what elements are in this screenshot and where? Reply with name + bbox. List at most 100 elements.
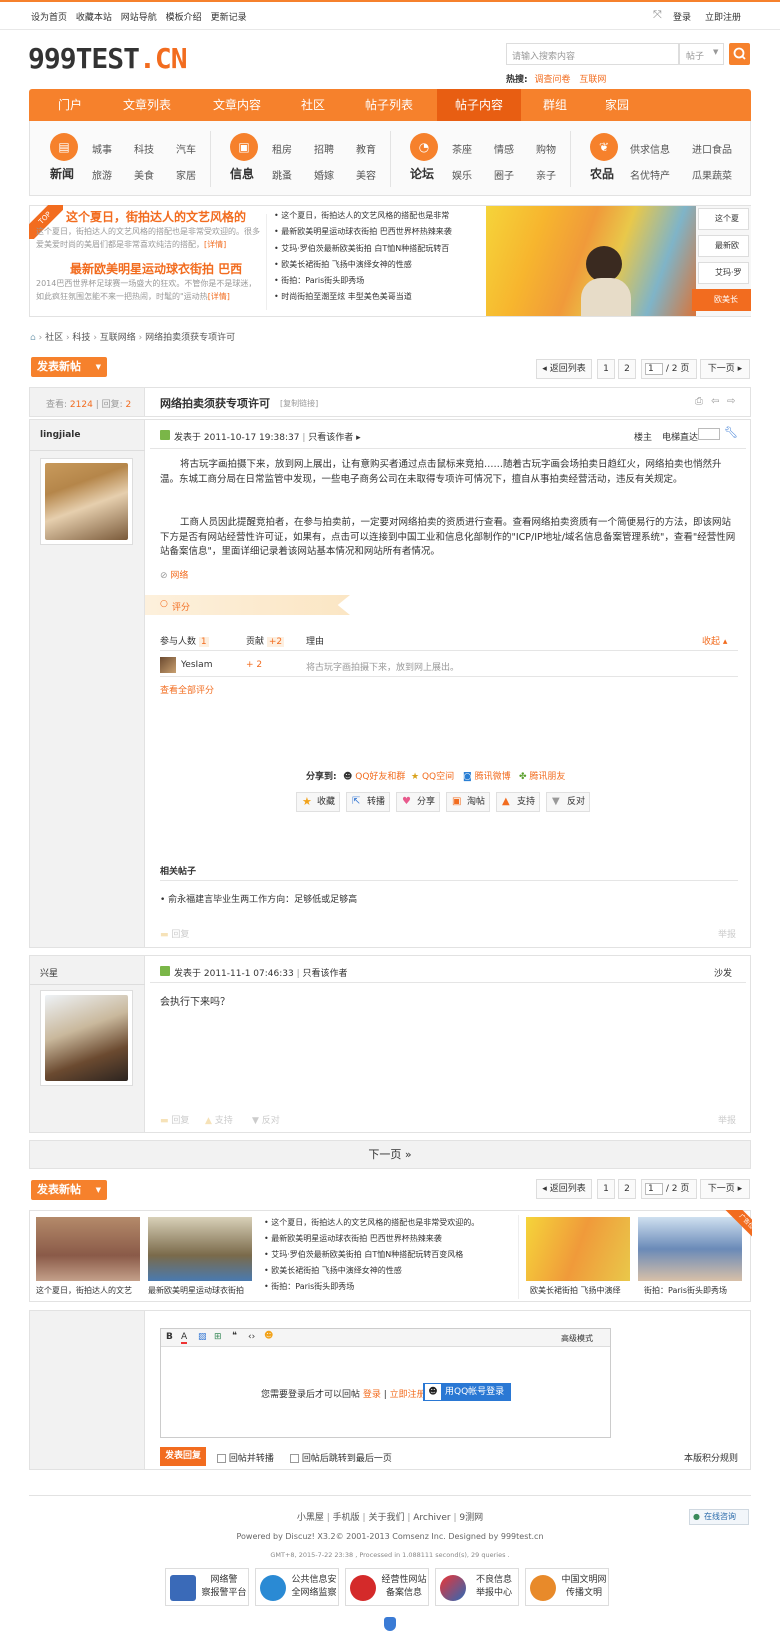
- update-log-link[interactable]: 更新记录: [211, 13, 247, 23]
- reply-link[interactable]: ▬ 回复: [160, 1113, 189, 1126]
- copy-link[interactable]: [复制链接]: [280, 398, 318, 409]
- opt-jump-last[interactable]: 回帖后跳转到最后一页: [290, 1451, 392, 1464]
- next-page-button[interactable]: 下一页 ▸: [700, 1179, 750, 1199]
- nav-map-link[interactable]: 网站导航: [121, 13, 157, 23]
- floor-jump-input[interactable]: [698, 428, 720, 440]
- subnav-item[interactable]: 科技: [134, 141, 154, 156]
- font-color-icon[interactable]: A: [181, 1332, 188, 1344]
- code-icon[interactable]: ‹›: [248, 1332, 255, 1342]
- footer-link[interactable]: 手机版: [333, 1513, 360, 1523]
- business-badge[interactable]: 经营性网站 备案信息: [345, 1568, 429, 1606]
- template-intro-link[interactable]: 模板介绍: [166, 13, 202, 23]
- banner-tab[interactable]: 这个夏: [698, 208, 749, 230]
- page-1-button[interactable]: 1: [597, 1179, 615, 1199]
- subnav-item[interactable]: 城事: [92, 141, 112, 156]
- subnav-item[interactable]: 教育: [356, 141, 376, 156]
- next-thread-icon[interactable]: ⇨: [727, 396, 735, 407]
- list-item[interactable]: • 欧美长裙街拍 飞扬中演绎女神的性感: [274, 257, 452, 273]
- report-link[interactable]: 举报: [718, 1113, 736, 1126]
- subnav-info[interactable]: 信息: [230, 165, 254, 182]
- print-icon[interactable]: ⎙: [695, 396, 703, 407]
- subnav-item[interactable]: 供求信息: [630, 141, 670, 156]
- login-link[interactable]: 登录: [673, 10, 691, 23]
- site-logo[interactable]: 999TEST.CN: [28, 42, 188, 75]
- breadcrumb-item[interactable]: 社区: [45, 333, 63, 343]
- footer-link[interactable]: 关于我们: [368, 1513, 404, 1523]
- subnav-item[interactable]: 美食: [134, 167, 154, 182]
- nav-item-thread-content[interactable]: 帖子内容: [437, 89, 521, 121]
- register-link[interactable]: 立即注册: [705, 10, 741, 23]
- nav-item-group[interactable]: 群组: [527, 89, 583, 121]
- share-qq-friends[interactable]: ☻ QQ好友和群: [343, 769, 405, 782]
- repost-button[interactable]: ⇱ 转播: [346, 792, 390, 812]
- thumb-photo[interactable]: [526, 1217, 630, 1281]
- share-tencent-weibo[interactable]: ◙ 腾讯微博: [463, 769, 511, 782]
- login-link[interactable]: 登录: [363, 1390, 381, 1400]
- banner-tab[interactable]: 艾玛·罗: [698, 262, 749, 284]
- list-item[interactable]: • 时尚街拍至潮至炫 丰型美色美哥当道: [274, 289, 452, 305]
- post-tag[interactable]: ⊘ 网络: [160, 568, 188, 581]
- subnav-item[interactable]: 名优特产: [630, 167, 670, 182]
- view-all-ratings-link[interactable]: 查看全部评分: [160, 683, 214, 696]
- list-item[interactable]: • 街拍：Paris街头即秀场: [274, 273, 452, 289]
- hot-link-survey[interactable]: 调查问卷: [534, 75, 570, 85]
- footer-link[interactable]: 9测网: [459, 1513, 483, 1523]
- share-button[interactable]: ♥ 分享: [396, 792, 440, 812]
- home-icon[interactable]: ⌂: [30, 333, 36, 343]
- subnav-item[interactable]: 圈子: [494, 167, 514, 182]
- subnav-item[interactable]: 美容: [356, 167, 376, 182]
- prev-thread-icon[interactable]: ⇦: [711, 396, 719, 407]
- favorite-button[interactable]: ★ 收藏: [296, 792, 340, 812]
- only-author-link[interactable]: 只看该作者: [303, 969, 348, 979]
- new-post-button[interactable]: 发表新帖 ▼: [31, 1180, 107, 1200]
- footer-link[interactable]: Archiver: [413, 1513, 450, 1523]
- footer-link[interactable]: 小黑屋: [297, 1513, 324, 1523]
- points-rules-link[interactable]: 本版积分规则: [684, 1451, 738, 1464]
- subnav-item[interactable]: 进口食品: [692, 141, 732, 156]
- list-item[interactable]: • 最新欧美明星运动球衣街拍 巴西世界杯热辣来袭: [274, 224, 452, 240]
- share-qzone[interactable]: ★ QQ空间: [411, 769, 454, 782]
- headline-2[interactable]: 最新欧美明星运动球衣街拍 巴西: [70, 260, 242, 277]
- subnav-item[interactable]: 娱乐: [452, 167, 472, 182]
- set-home-link[interactable]: 设为首页: [31, 13, 67, 23]
- list-item[interactable]: • 这个夏日，街拍达人的文艺风格的搭配也是非常受欢迎的。: [264, 1215, 479, 1231]
- author-name[interactable]: 兴星: [40, 966, 58, 979]
- collapse-link[interactable]: 收起 ▴: [702, 634, 727, 647]
- subnav-news[interactable]: 新闻: [50, 165, 74, 182]
- avatar[interactable]: [40, 458, 133, 545]
- wrench-icon[interactable]: 🔧︎: [724, 426, 738, 439]
- next-page-bar[interactable]: 下一页 »: [29, 1140, 751, 1169]
- back-to-list-button[interactable]: ◂ 返回列表: [536, 359, 592, 379]
- register-link[interactable]: 立即注册: [390, 1390, 426, 1400]
- thumb-caption[interactable]: 街拍：Paris街头即秀场: [644, 1285, 727, 1296]
- breadcrumb-item[interactable]: 科技: [72, 333, 90, 343]
- subnav-item[interactable]: 招聘: [314, 141, 334, 156]
- banner-tab[interactable]: 最新欧: [698, 235, 749, 257]
- subnav-agri[interactable]: 农品: [590, 165, 614, 182]
- bookmark-link[interactable]: 收藏本站: [76, 13, 112, 23]
- page-input[interactable]: 1: [645, 1183, 663, 1195]
- thumb-caption[interactable]: 欧美长裙街拍 飞扬中演绎: [530, 1285, 621, 1296]
- search-input[interactable]: 请输入搜索内容: [506, 43, 679, 65]
- subnav-item[interactable]: 跳蚤: [272, 167, 292, 182]
- headline-1[interactable]: 这个夏日，街拍达人的文艺风格的: [66, 208, 246, 225]
- breadcrumb-item[interactable]: 互联网络: [100, 333, 136, 343]
- image-icon[interactable]: ▨: [198, 1332, 207, 1342]
- search-type-select[interactable]: 帖子 ▼: [679, 43, 724, 65]
- subnav-item[interactable]: 租房: [272, 141, 292, 156]
- subnav-item[interactable]: 购物: [536, 141, 556, 156]
- only-author-link[interactable]: 只看该作者: [308, 433, 353, 443]
- list-item[interactable]: • 最新欧美明星运动球衣街拍 巴西世界杯热辣来袭: [264, 1231, 479, 1247]
- support-link[interactable]: ▲ 支持: [205, 1113, 233, 1126]
- list-item[interactable]: • 这个夏日，街拍达人的文艺风格的搭配也是非常: [274, 208, 452, 224]
- oppose-button[interactable]: ▼ 反对: [546, 792, 590, 812]
- new-post-button[interactable]: 发表新帖 ▼: [31, 357, 107, 377]
- banner-photo[interactable]: [486, 206, 696, 316]
- support-button[interactable]: ▲ 支持: [496, 792, 540, 812]
- page-1-button[interactable]: 1: [597, 359, 615, 379]
- oppose-link[interactable]: ▼ 反对: [252, 1113, 280, 1126]
- thumb-photo[interactable]: [36, 1217, 140, 1281]
- author-name[interactable]: lingjiale: [40, 430, 80, 440]
- fullscreen-icon[interactable]: ⤧: [653, 8, 662, 22]
- nav-item-portal[interactable]: 门户: [41, 89, 99, 121]
